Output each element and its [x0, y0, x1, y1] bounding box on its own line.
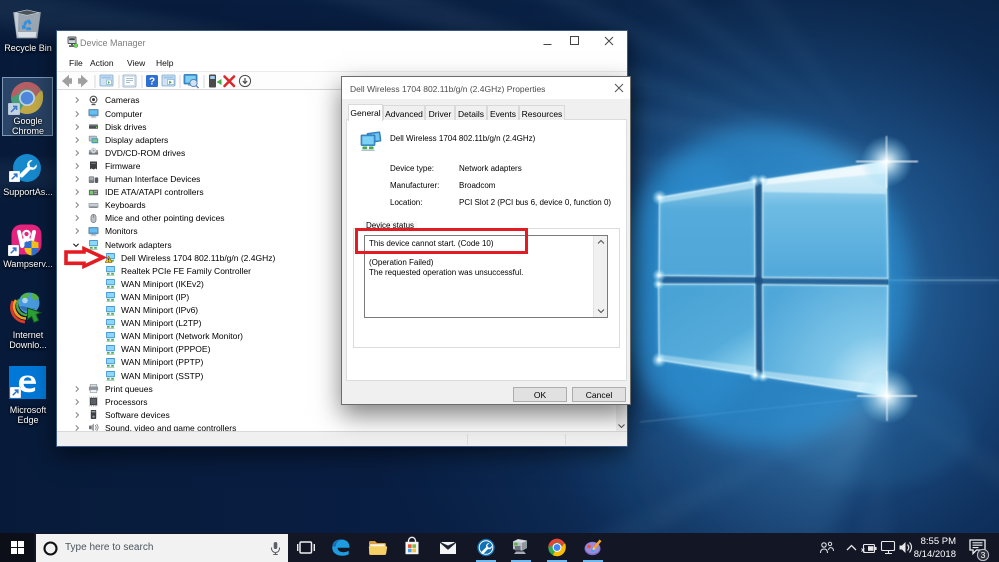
svg-text:3: 3: [981, 550, 986, 560]
svg-text:?: ?: [149, 77, 155, 88]
